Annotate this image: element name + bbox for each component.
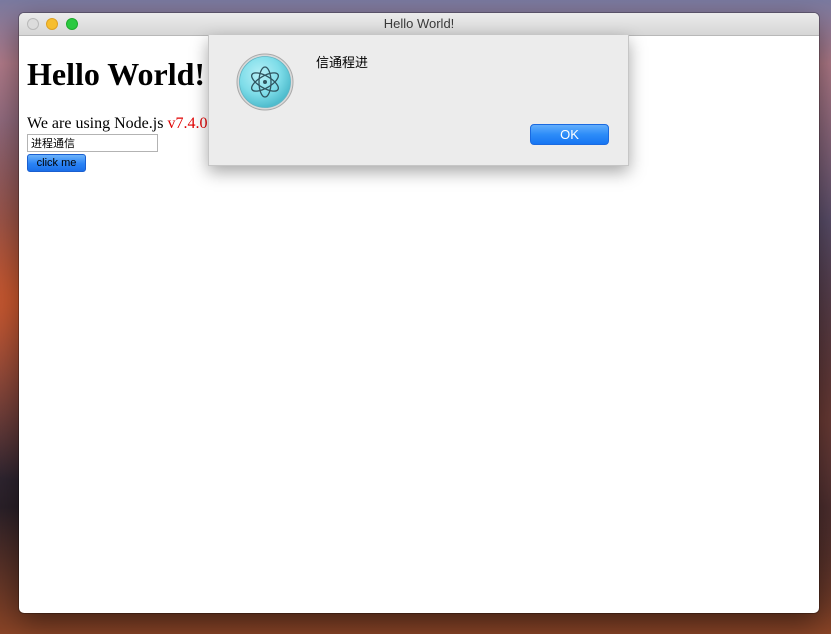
node-version-line: We are using Node.js v7.4.0 xyxy=(27,115,207,133)
page-heading: Hello World! xyxy=(27,56,206,92)
node-version-value: v7.4.0 xyxy=(167,115,208,132)
click-me-button[interactable]: click me xyxy=(27,154,86,172)
ok-button[interactable]: OK xyxy=(530,124,609,145)
node-version-prefix: We are using Node.js xyxy=(27,115,164,132)
electron-logo-icon xyxy=(236,53,294,111)
window-title: Hello World! xyxy=(383,16,455,31)
message-input[interactable] xyxy=(27,134,158,152)
dialog-message: 信通程进 xyxy=(316,56,369,71)
message-dialog: 信通程进 OK xyxy=(208,35,629,166)
title-bar[interactable]: Hello World! xyxy=(19,13,819,36)
